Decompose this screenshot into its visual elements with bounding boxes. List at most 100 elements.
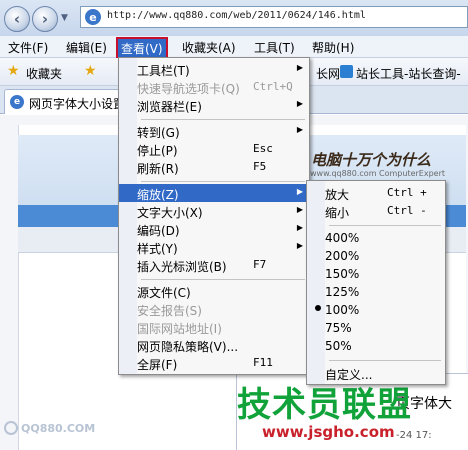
submenu-arrow-icon: ▶ [296,187,303,196]
address-input[interactable]: e http://www.qq880.com/web/2011/0624/146… [80,6,468,28]
menu-bar: 文件(F) 编辑(E) 查看(V) 收藏夹(A) 工具(T) 帮助(H) [0,36,468,60]
menu-file[interactable]: 文件(F) [8,39,48,56]
zoom-custom-item[interactable]: 自定义... [307,364,445,382]
menu-item-label: 工具栏(T) [137,64,190,78]
menu-item-label: 源文件(C) [137,286,191,300]
menu-item-label: 快速导航选项卡(Q) [137,82,240,96]
zoom-75-item[interactable]: 75% [307,319,445,337]
menu-separator [141,279,305,280]
menu-item-caret-browsing[interactable]: 插入光标浏览(B) F7 [119,256,309,274]
menu-item-label: 国际网站地址(I) [137,322,222,336]
menu-item-shortcut: Esc [253,142,273,155]
menu-item-full-screen[interactable]: 全屏(F) F11 [119,354,309,372]
menu-item-label: 文字大小(X) [137,206,203,220]
menu-item-label: 插入光标浏览(B) [137,260,227,274]
menu-separator [141,119,305,120]
menu-separator [329,360,441,361]
menu-item-label: 浏览器栏(E) [137,100,202,114]
submenu-arrow-icon: ▶ [296,241,303,250]
selected-radio-dot-icon [315,305,321,311]
favorite-item-1[interactable]: 长网 [316,65,340,82]
logo-text: QQ880.COM [21,422,96,435]
menu-item-label: 缩小 [325,206,350,220]
menu-item-label: 400% [325,231,360,245]
menu-item-encoding[interactable]: 编码(D) ▶ [119,220,309,238]
submenu-arrow-icon: ▶ [296,205,303,214]
menu-item-label: 100% [325,303,360,317]
menu-item-text-size[interactable]: 文字大小(X) ▶ [119,202,309,220]
menu-item-shortcut: Ctrl+Q [253,80,293,93]
menu-item-shortcut: F5 [253,160,267,173]
menu-item-label: 50% [325,339,352,353]
favorites-button[interactable]: 收藏夹 [26,65,62,82]
menu-item-label: 150% [325,267,360,281]
menu-item-privacy-policy[interactable]: 网页隐私策略(V)... [119,336,309,354]
menu-item-label: 75% [325,321,352,335]
zoom-out-item[interactable]: 缩小 Ctrl - [307,202,445,220]
menu-item-label: 125% [325,285,360,299]
view-menu: 工具栏(T) ▶ 快速导航选项卡(Q) Ctrl+Q 浏览器栏(E) ▶ 转到(G) ▶… [118,57,310,375]
menu-separator [329,225,441,226]
add-favorite-icon[interactable]: ★ [84,63,97,79]
submenu-arrow-icon: ▶ [296,63,303,72]
tab-label: 网页字体大小设置 [29,97,126,111]
menu-item-quick-tabs: 快速导航选项卡(Q) Ctrl+Q [119,78,309,96]
site-watermark-logo: QQ880.COM [4,421,95,435]
menu-edit[interactable]: 编辑(E) [66,39,107,56]
zoom-100-item[interactable]: 100% [307,301,445,319]
menu-item-explorer-bars[interactable]: 浏览器栏(E) ▶ [119,96,309,114]
menu-item-shortcut: Ctrl + [387,186,427,199]
watermark-url: www.jsgho.com [262,423,395,441]
menu-item-label: 样式(Y) [137,242,178,256]
zoom-in-item[interactable]: 放大 Ctrl + [307,184,445,202]
menu-item-toolbars[interactable]: 工具栏(T) ▶ [119,60,309,78]
menu-item-label: 停止(P) [137,144,178,158]
menu-item-label: 刷新(R) [137,162,179,176]
forward-button[interactable]: › [32,6,58,32]
menu-item-shortcut: F11 [253,356,273,369]
menu-item-label: 安全报告(S) [137,304,202,318]
menu-help[interactable]: 帮助(H) [312,39,354,56]
zoom-200-item[interactable]: 200% [307,247,445,265]
menu-item-zoom[interactable]: 缩放(Z) ▶ [119,184,309,202]
menu-item-label: 缩放(Z) [137,188,179,202]
favorites-star-icon[interactable]: ★ [7,63,20,79]
menu-item-label: 放大 [325,188,350,202]
submenu-arrow-icon: ▶ [296,125,303,134]
submenu-arrow-icon: ▶ [296,99,303,108]
menu-item-intl-address: 国际网站地址(I) [119,318,309,336]
submenu-arrow-icon: ▶ [296,223,303,232]
ie-page-icon: e [85,9,101,25]
menu-item-security-report: 安全报告(S) [119,300,309,318]
zoom-50-item[interactable]: 50% [307,337,445,355]
menu-item-label: 自定义... [325,368,373,382]
menu-item-label: 编码(D) [137,224,180,238]
menu-item-stop[interactable]: 停止(P) Esc [119,140,309,158]
address-url: http://www.qq880.com/web/2011/0624/146.h… [107,10,366,21]
menu-tools[interactable]: 工具(T) [254,39,295,56]
menu-item-label: 全屏(F) [137,358,178,372]
back-arrow-icon: ‹ [13,10,21,28]
page-slogan: 电脑十万个为什么 [311,151,432,169]
back-button[interactable]: ‹ [4,6,30,32]
menu-item-go-to[interactable]: 转到(G) ▶ [119,122,309,140]
zoom-400-item[interactable]: 400% [307,229,445,247]
menu-item-label: 200% [325,249,360,263]
recent-pages-dropdown-icon[interactable]: ▼ [61,13,68,23]
tab-current-page[interactable]: e 网页字体大小设置 [4,89,126,114]
article-date: -24 17: [396,430,432,441]
menu-item-refresh[interactable]: 刷新(R) F5 [119,158,309,176]
menu-item-shortcut: F7 [253,258,267,271]
menu-item-style[interactable]: 样式(Y) ▶ [119,238,309,256]
menu-item-shortcut: Ctrl - [387,204,427,217]
menu-item-label: 转到(G) [137,126,180,140]
favorite-item-2[interactable]: 站长工具-站长查询- [356,65,461,82]
zoom-submenu: 放大 Ctrl + 缩小 Ctrl - 400% 200% 150% 125% 10… [306,180,446,385]
menu-favorites[interactable]: 收藏夹(A) [182,39,236,56]
menu-item-source[interactable]: 源文件(C) [119,282,309,300]
site-icon [340,65,353,78]
logo-ring-icon [4,421,18,435]
menu-separator [141,181,305,182]
zoom-125-item[interactable]: 125% [307,283,445,301]
zoom-150-item[interactable]: 150% [307,265,445,283]
